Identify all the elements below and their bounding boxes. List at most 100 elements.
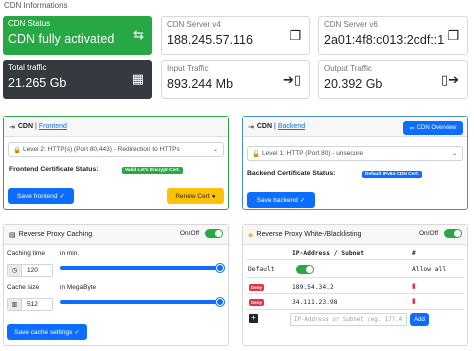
chevron-down-icon: ⌄ [212,147,218,153]
arrow-left-icon: ⇐ [409,125,415,132]
frontend-level-value: Level 2: HTTP(s) (Port 80,443) - Redirec… [23,146,180,153]
trash-icon[interactable]: ▮ [412,297,416,305]
renew-cert-label: Renew Cert [175,192,210,200]
caching-onoff-label: On/Off [180,230,200,237]
sign-in-icon: ⇥ [248,123,254,131]
copy-icon[interactable]: ❐ [447,29,459,42]
check-icon: ✓ [59,193,65,200]
save-cache-label: Save cache settings [14,328,73,336]
caching-time-value: 120 [27,267,38,274]
whitelist-title: Reverse Proxy White-/Blacklisting [256,231,362,238]
cdn-status-tile: CDN Status CDN fully activated ⇆ [3,16,152,55]
whitelist-onoff-label: On/Off [419,230,439,237]
backend-link[interactable]: Backend [278,123,305,130]
unlock-icon: 🔓 [252,150,261,158]
cdn-overview-label: CDN Overview [416,125,457,131]
cdn-server-v4-tile: CDN Server v4 188.245.57.116 ❐ [161,16,310,55]
total-traffic-tile: Total traffic 21.265 Gb ▦ [3,60,152,99]
cdn-server-v4-value[interactable]: 188.245.57.116 [167,32,304,48]
lock-icon: 🔒 [13,146,22,154]
frontend-cert-label: Frontend Certificate Status: [9,166,99,173]
server-icon: ▤ [9,231,16,239]
caching-time-label: Caching time [7,250,45,257]
cdn-server-v6-tile: CDN Server v6 2a01:4f8:c013:2cdf::1 ❐ [318,16,468,55]
frontend-level-select[interactable]: 🔒 Level 2: HTTP(s) (Port 80,443) - Redir… [8,142,224,157]
exchange-arrows-icon: ⇆ [133,27,144,42]
save-cache-button[interactable]: Save cache settings ✓ [7,324,87,340]
clock-icon: ◷ [8,265,22,276]
cache-size-unit: in MegaByte [60,284,97,291]
backend-level-value: Level 1: HTTP (Port 80) - unsecure [262,150,364,157]
cache-size-input[interactable]: ▥ 512 [7,298,53,311]
total-traffic-label: Total traffic [8,63,47,72]
sign-in-icon: ⇥ [9,123,15,131]
save-backend-label: Save backend [256,196,298,204]
table-divider [246,259,464,260]
default-toggle[interactable] [296,265,314,274]
frontend-card-header: ⇥ CDN | Frontend [4,117,228,137]
save-frontend-button[interactable]: Save frontend ✓ [8,188,74,204]
blacklist-address: 189.54.34.2 [292,284,334,291]
shield-icon: ◈ [248,231,254,239]
add-button[interactable]: Add [410,313,429,326]
total-traffic-value: 21.265 Gb [8,76,67,90]
deny-badge: Deny [249,284,265,291]
whitelist-toggle[interactable] [444,229,462,238]
slider-thumb[interactable] [216,298,224,306]
caching-time-input[interactable]: ◷ 120 [7,264,53,277]
backend-cert-label: Backend Certificate Status: [247,170,336,177]
cdn-server-v4-label: CDN Server v4 [167,20,221,29]
cdn-server-v6-value[interactable]: 2a01:4f8:c013:2cdf::1 [324,32,462,48]
cdn-status-label: CDN Status [8,19,51,28]
cdn-overview-button[interactable]: ⇐ CDN Overview [403,121,463,135]
backend-level-select[interactable]: 🔓 Level 1: HTTP (Port 80) - unsecure ⌄ [247,146,463,161]
plus-icon: + [249,314,258,323]
output-traffic-tile: Output Traffic 20.392 Gb ▯➔ [318,60,468,99]
col-address-header: IP-Address / Subnet [292,250,365,257]
cdn-status-value: CDN fully activated [8,32,115,46]
check-icon: ✓ [299,197,306,204]
backend-cert-badge: Default IPv64 CDN Cert. [362,171,423,178]
sign-out-icon: ▯➔ [440,72,459,87]
title-separator: | [274,123,276,130]
blacklist-address: 34.111.23.98 [292,299,338,306]
check-icon: ✓ [74,329,80,336]
title-separator: | [35,123,37,130]
default-label: Default [248,266,275,273]
default-action: Allow all [412,266,447,273]
table-divider [246,277,464,278]
slider-thumb[interactable] [216,264,224,272]
ip-address-input[interactable]: IP-Address or Subnet (eg. 177.4 [290,313,407,326]
save-frontend-label: Save frontend [17,192,58,200]
copy-icon[interactable]: ❐ [289,29,301,42]
ip-address-placeholder: IP-Address or Subnet (eg. 177.4 [294,316,403,323]
caching-toggle[interactable] [205,229,223,238]
caching-title: Reverse Proxy Caching [18,231,93,238]
refresh-icon: ● [211,192,216,200]
cache-size-slider[interactable] [60,298,224,306]
chevron-down-icon: ⌄ [451,151,457,157]
table-divider [246,293,464,294]
cache-size-value: 512 [27,301,38,308]
trash-icon[interactable]: ▮ [412,282,416,290]
caching-time-slider[interactable] [60,264,224,272]
deny-badge: Deny [249,299,265,306]
backend-title: CDN [256,123,273,130]
database-icon: ▥ [8,299,22,310]
cdn-server-v6-label: CDN Server v6 [324,20,378,29]
page-title: CDN Informations [4,1,68,10]
frontend-link[interactable]: Frontend [39,123,67,130]
table-divider [246,309,464,310]
whitelist-card: ◈ Reverse Proxy White-/Blacklisting [242,224,468,346]
frontend-title: CDN [17,123,34,130]
frontend-cert-badge: Valid Let's Encrypt Cert. [122,167,183,174]
cache-size-label: Cache size [7,284,40,291]
save-backend-button[interactable]: Save backend ✓ [247,192,315,208]
sign-in-icon: ➔▯ [282,72,301,87]
renew-cert-button[interactable]: Renew Cert ● [167,188,224,204]
col-hash-header: # [412,250,416,257]
cash-register-icon: ▦ [131,71,144,86]
caching-time-unit: in min. [60,250,80,257]
add-label: Add [414,316,425,323]
input-traffic-tile: Input Traffic 893.244 Mb ➔▯ [161,60,310,99]
